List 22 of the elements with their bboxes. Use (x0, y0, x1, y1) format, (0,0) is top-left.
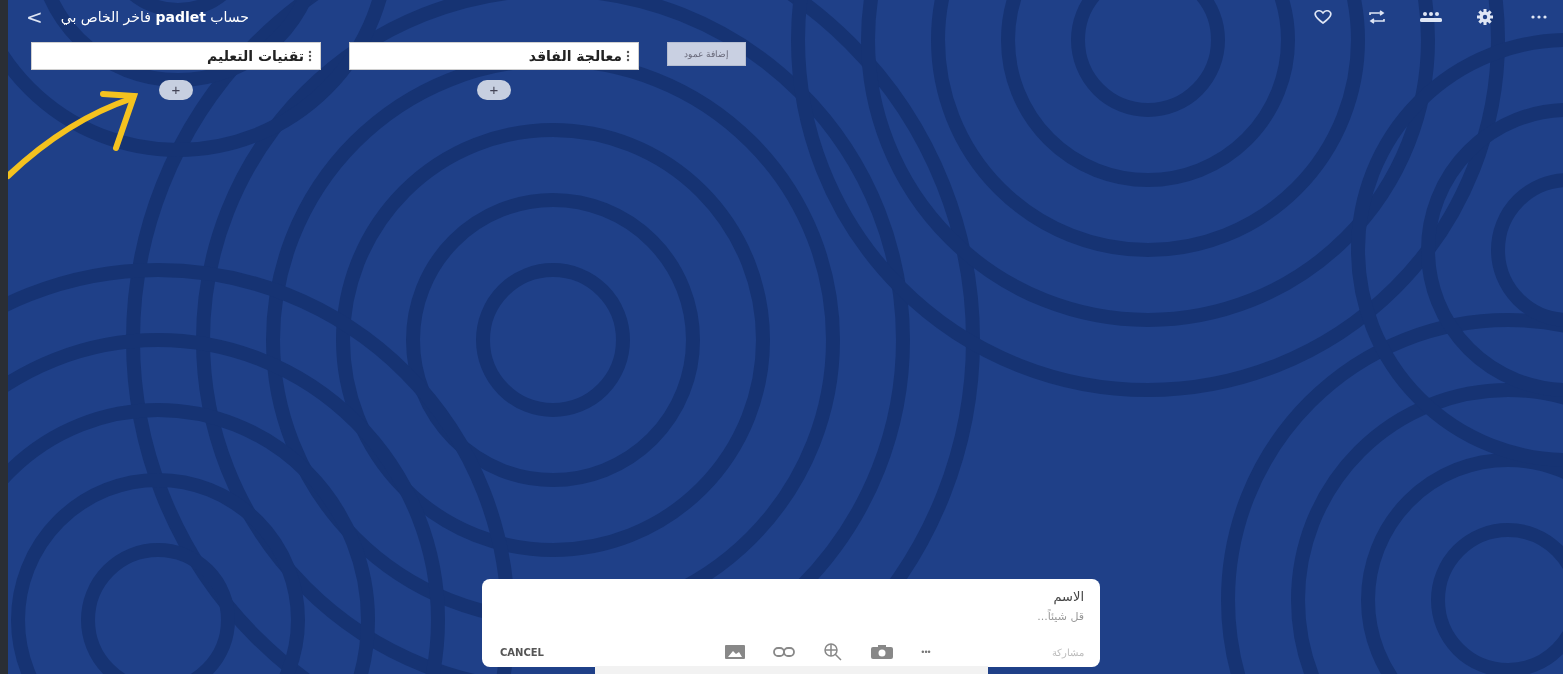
repeat-icon[interactable] (1368, 10, 1386, 24)
cancel-button[interactable]: CANCEL (500, 646, 544, 658)
more-icon[interactable] (1531, 15, 1547, 19)
link-icon[interactable] (773, 647, 796, 657)
add-column-button[interactable]: إضافة عمود (667, 42, 746, 66)
settings-icon[interactable] (1476, 8, 1494, 26)
back-button[interactable]: < (22, 5, 47, 29)
camera-icon[interactable] (871, 645, 894, 659)
column-title: معالجة الفاقد (528, 48, 622, 64)
globe-search-icon[interactable] (823, 643, 844, 661)
column-title: تقنيات التعليم (206, 48, 304, 64)
column-header[interactable]: معالجة الفاقد (349, 42, 639, 70)
column-header[interactable]: تقنيات التعليم (31, 42, 321, 70)
title-field[interactable]: الاسم (500, 587, 1084, 607)
drag-handle-icon[interactable] (626, 50, 630, 62)
add-post-button[interactable]: + (159, 80, 193, 100)
image-icon[interactable] (725, 645, 746, 659)
drag-handle-icon[interactable] (308, 50, 312, 62)
heart-icon[interactable] (1313, 9, 1333, 25)
more-button[interactable]: ••• (921, 647, 931, 657)
add-post-button[interactable]: + (477, 80, 511, 100)
people-icon[interactable] (1419, 11, 1443, 23)
